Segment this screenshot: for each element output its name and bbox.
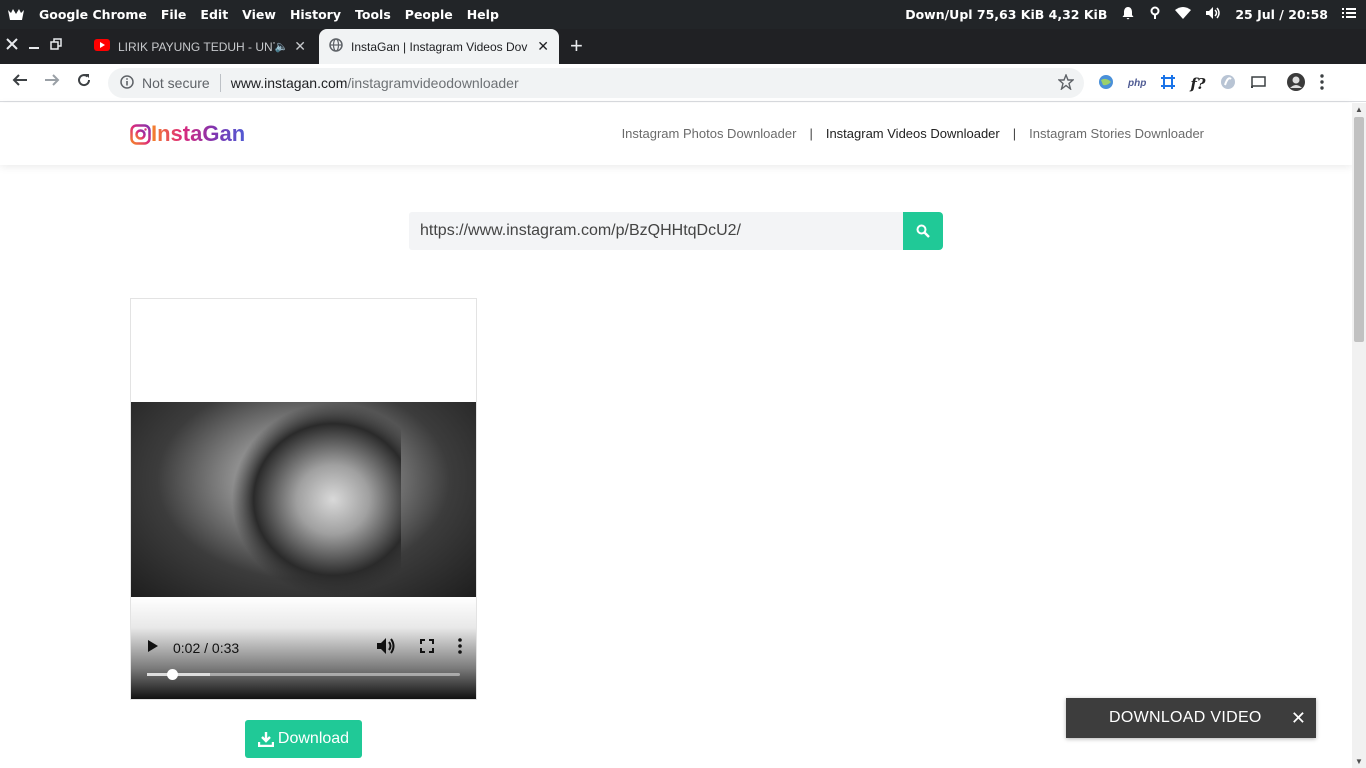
address-divider <box>219 74 221 92</box>
youtube-icon <box>94 39 110 54</box>
video-time: 0:02 / 0:33 <box>173 639 240 656</box>
chrome-menu-icon[interactable] <box>1319 74 1324 93</box>
forward-arrow-icon[interactable] <box>44 72 60 93</box>
window-close-icon[interactable] <box>6 37 18 55</box>
tab-close-icon[interactable]: ✕ <box>294 38 306 55</box>
php-icon[interactable]: php <box>1128 78 1146 89</box>
more-options-icon[interactable] <box>458 638 462 657</box>
globe-icon <box>329 38 343 55</box>
video-result-card: 0:02 / 0:33 <box>130 298 477 700</box>
url-path: /instagramvideodownloader <box>347 75 519 91</box>
toast-label: DOWNLOAD VIDEO <box>1109 709 1262 726</box>
menu-view[interactable]: View <box>235 7 283 22</box>
system-tray: Down/Upl 75,63 KiB 4,32 KiB 25 Jul / 20:… <box>891 6 1366 23</box>
video-controls: 0:02 / 0:33 <box>131 597 476 699</box>
play-icon[interactable] <box>147 639 159 656</box>
new-tab-button[interactable]: + <box>570 33 583 59</box>
back-arrow-icon[interactable] <box>12 72 28 93</box>
app-name[interactable]: Google Chrome <box>32 7 154 22</box>
nav-stories-downloader[interactable]: Instagram Stories Downloader <box>1029 126 1204 141</box>
window-restore-icon[interactable] <box>50 37 62 55</box>
window-controls <box>6 37 62 55</box>
url-host: www.instagan.com <box>230 75 348 91</box>
menu-file[interactable]: File <box>154 7 194 22</box>
volume-icon[interactable] <box>1205 6 1221 23</box>
volume-icon[interactable] <box>376 637 396 658</box>
download-video-toast[interactable]: DOWNLOAD VIDEO ✕ <box>1066 698 1316 738</box>
progress-knob[interactable] <box>167 669 179 680</box>
info-icon[interactable] <box>120 74 134 92</box>
scrollbar-thumb[interactable] <box>1354 117 1364 342</box>
profile-avatar-icon[interactable] <box>1286 72 1306 95</box>
app-menu: Google Chrome File Edit View History Too… <box>32 7 506 22</box>
video-progress-bar[interactable] <box>147 669 460 680</box>
system-top-bar: Google Chrome File Edit View History Too… <box>0 0 1366 29</box>
location-icon[interactable] <box>1149 6 1161 23</box>
bell-icon[interactable] <box>1121 6 1135 23</box>
clock[interactable]: 25 Jul / 20:58 <box>1235 7 1328 22</box>
search-icon <box>916 224 930 238</box>
menu-edit[interactable]: Edit <box>193 7 235 22</box>
web-page: InstaGan Instagram Photos Downloader | I… <box>0 103 1352 768</box>
reload-icon[interactable] <box>76 72 92 93</box>
menu-tools[interactable]: Tools <box>348 7 398 22</box>
search-button[interactable] <box>903 212 943 250</box>
wifi-icon[interactable] <box>1175 7 1192 22</box>
tab-youtube[interactable]: LIRIK PAYUNG TEDUH - UNT 🔈 ✕ <box>84 29 316 64</box>
tab-title: InstaGan | Instagram Videos Dov <box>351 39 528 54</box>
menu-help[interactable]: Help <box>460 7 506 22</box>
tab-close-icon[interactable]: ✕ <box>537 38 549 55</box>
nav-separator: | <box>809 126 813 141</box>
url-search-form <box>409 212 943 250</box>
system-menu-icon[interactable] <box>1342 7 1356 22</box>
distro-logo-icon[interactable] <box>0 0 32 29</box>
browser-tab-bar: LIRIK PAYUNG TEDUH - UNT 🔈 ✕ InstaGan | … <box>0 29 1366 64</box>
site-logo[interactable]: InstaGan <box>130 121 245 147</box>
download-label: Download <box>277 730 350 747</box>
instagram-url-input[interactable] <box>409 212 903 250</box>
video-frame <box>131 402 476 597</box>
network-indicator[interactable]: Down/Upl 75,63 KiB 4,32 KiB <box>905 7 1107 22</box>
buffered-bar <box>147 673 210 676</box>
security-status: Not secure <box>142 75 210 91</box>
scroll-up-arrow-icon[interactable]: ▲ <box>1355 105 1363 114</box>
instagram-icon <box>130 123 151 145</box>
nav-photos-downloader[interactable]: Instagram Photos Downloader <box>622 126 797 141</box>
menu-history[interactable]: History <box>283 7 348 22</box>
menu-people[interactable]: People <box>398 7 460 22</box>
bookmark-star-icon[interactable] <box>1057 73 1075 93</box>
scroll-down-arrow-icon[interactable]: ▼ <box>1355 757 1363 766</box>
address-bar[interactable]: Not secure www.instagan.com/instagramvid… <box>108 68 1084 98</box>
function-icon[interactable]: f? <box>1190 75 1205 93</box>
download-icon <box>257 732 274 747</box>
site-nav: Instagram Photos Downloader | Instagram … <box>622 126 1204 141</box>
window-minimize-icon[interactable] <box>28 37 40 55</box>
toast-close-icon[interactable]: ✕ <box>1291 708 1306 729</box>
video-player[interactable]: 0:02 / 0:33 <box>131 402 476 699</box>
extensions-area: php f? <box>1098 72 1324 95</box>
fullscreen-icon[interactable] <box>420 639 434 656</box>
site-header: InstaGan Instagram Photos Downloader | I… <box>0 103 1352 165</box>
download-button[interactable]: Download <box>245 720 362 758</box>
nav-videos-downloader[interactable]: Instagram Videos Downloader <box>826 126 1000 141</box>
brand-name: InstaGan <box>151 121 246 146</box>
audio-playing-icon[interactable]: 🔈 <box>275 40 289 53</box>
browser-toolbar: Not secure www.instagan.com/instagramvid… <box>0 64 1366 102</box>
page-scrollbar[interactable]: ▲ ▼ <box>1352 103 1366 768</box>
nav-separator: | <box>1012 126 1017 141</box>
cast-icon[interactable] <box>1250 75 1266 92</box>
tab-instagan[interactable]: InstaGan | Instagram Videos Dov ✕ <box>319 29 559 64</box>
extension-globe-icon[interactable] <box>1098 74 1114 93</box>
grid-frame-icon[interactable] <box>1160 74 1176 93</box>
extension-swirl-icon[interactable] <box>1220 74 1236 93</box>
navigation-buttons <box>0 72 92 93</box>
tab-title: LIRIK PAYUNG TEDUH - UNT <box>118 39 275 54</box>
